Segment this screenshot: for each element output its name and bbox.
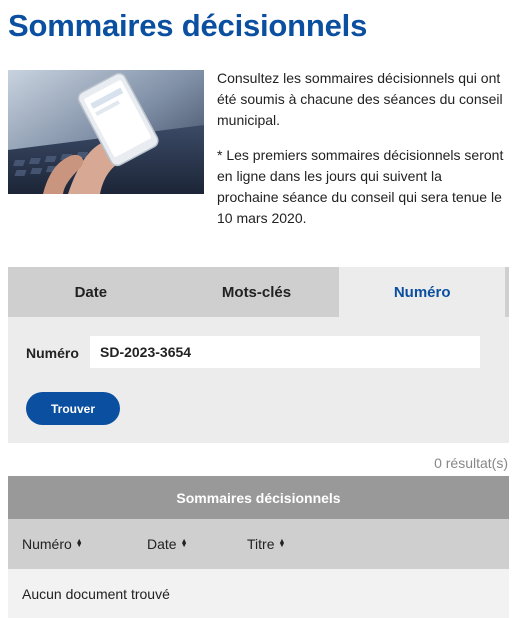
sort-icon: ▲ ▼	[278, 538, 286, 549]
result-count: 0 résultat(s)	[434, 455, 508, 471]
tab-keywords[interactable]: Mots-clés	[174, 267, 340, 317]
results-column-headers: Numéro ▲ ▼ Date ▲ ▼ Titre ▲ ▼	[8, 519, 509, 569]
hero-image	[8, 70, 204, 194]
tab-number[interactable]: Numéro	[339, 267, 510, 317]
number-input[interactable]	[90, 336, 480, 368]
column-header-number[interactable]: Numéro ▲ ▼	[22, 536, 83, 552]
intro-note: * Les premiers sommaires décisionnels se…	[217, 147, 504, 226]
results-table-title: Sommaires décisionnels	[8, 476, 509, 519]
column-label: Titre	[247, 536, 275, 552]
search-tabs: Date Mots-clés Numéro	[8, 267, 510, 317]
intro-paragraph: Consultez les sommaires décisionnels qui…	[217, 70, 503, 128]
tab-date[interactable]: Date	[8, 267, 174, 317]
column-label: Numéro	[22, 536, 72, 552]
column-label: Date	[147, 536, 177, 552]
results-body: Aucun document trouvé	[8, 569, 509, 618]
number-field-label: Numéro	[26, 345, 79, 361]
find-button[interactable]: Trouver	[26, 392, 120, 425]
search-panel: Numéro Trouver	[8, 317, 509, 443]
column-header-date[interactable]: Date ▲ ▼	[147, 536, 188, 552]
sort-icon: ▲ ▼	[180, 538, 188, 549]
column-header-title[interactable]: Titre ▲ ▼	[247, 536, 285, 552]
empty-results-message: Aucun document trouvé	[22, 586, 170, 602]
sort-icon: ▲ ▼	[75, 538, 83, 549]
phone-laptop-photo	[8, 70, 204, 194]
page-title: Sommaires décisionnels	[8, 8, 368, 43]
intro-text: Consultez les sommaires décisionnels qui…	[217, 68, 507, 243]
